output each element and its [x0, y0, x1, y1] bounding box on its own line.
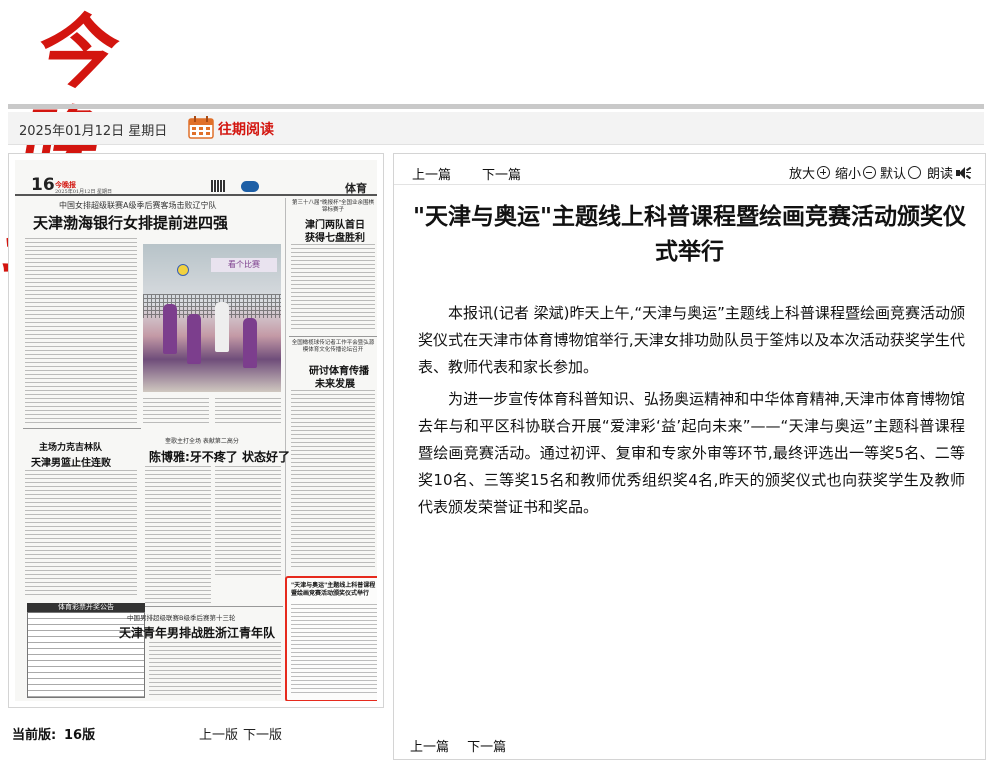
masthead: 今晚报 [0, 0, 991, 283]
newspaper-page-image[interactable]: 16 今晚报 2025年01月12日 星期日 体育 中国女排超级联赛A级季后赛客… [15, 160, 377, 701]
headline: 天津青年男排战胜浙江青年队 [119, 626, 276, 640]
kicker: 中国男排超级联赛B级季后赛第十三轮 [127, 614, 236, 622]
headline: 主场力克吉林队 [39, 443, 103, 453]
photo-banner: 看个比赛 [211, 258, 277, 272]
volleyball-icon [177, 264, 189, 276]
section-badge-icon [241, 181, 259, 192]
body-text-block [215, 398, 281, 424]
player-figure [215, 302, 229, 352]
speaker-icon [956, 166, 972, 180]
current-page-label: 当前版: [12, 728, 57, 743]
body-text-block [215, 466, 281, 576]
article-paragraph: 为进一步宣传体育科普知识、弘扬奥运精神和中华体育精神,天津市体育博物馆去年与和平… [418, 390, 965, 516]
body-text-block [25, 238, 137, 424]
kicker: 全国橄榄球传记者工作平会暨弘源模体育文化传播论坛召开 [291, 340, 375, 353]
headline: 获得七盘胜利 [305, 233, 365, 244]
read-aloud-button[interactable]: 朗读 [927, 163, 972, 182]
masthead-divider [8, 104, 984, 109]
page-thumbnail-panel: 16 今晚报 2025年01月12日 星期日 体育 中国女排超级联赛A级季后赛客… [8, 153, 384, 708]
next-article-link[interactable]: 下一篇 [482, 164, 521, 183]
headline: 陈博雅:牙不疼了 状态好了 [149, 450, 290, 464]
article-toolbar: 上一篇 下一篇 放大 缩小 默认 朗读 [394, 154, 985, 185]
highlighted-headline-line: "天津与奥运"主题线上科普课程 [291, 582, 376, 589]
kicker: 奎歌主打全场 表献第二高分 [165, 438, 239, 445]
zoom-out-button[interactable]: 缩小 [835, 163, 877, 182]
date-bar: 2025年01月12日 星期日 往期阅读 [8, 112, 984, 145]
article-panel: 上一篇 下一篇 放大 缩小 默认 朗读 "天津与奥运"主题线上科普课程暨绘画竞赛… [393, 153, 986, 760]
section-divider [289, 336, 377, 337]
article-title: "天津与奥运"主题线上科普课程暨绘画竞赛活动颁奖仪式举行 [413, 204, 966, 265]
body-text-block [291, 390, 375, 570]
zoom-in-label: 放大 [789, 167, 816, 182]
player-figure [163, 304, 177, 354]
default-size-button[interactable]: 默认 [880, 163, 922, 182]
default-size-label: 默认 [880, 167, 907, 182]
kicker: 第三十八届"晚报杯"全国业余围棋锦标赛子 [291, 200, 375, 213]
qr-code-icon [211, 180, 225, 192]
next-article-link-bottom[interactable]: 下一篇 [467, 740, 506, 755]
section-divider [23, 428, 141, 429]
body-text-block [291, 604, 377, 696]
highlighted-headline: "天津与奥运"主题线上科普课程 暨绘画竞赛活动颁奖仪式举行 [291, 582, 377, 598]
prev-article-link-bottom[interactable]: 上一篇 [410, 740, 449, 755]
player-figure [187, 314, 201, 364]
player-figure [243, 318, 257, 368]
circle-icon [908, 166, 922, 179]
kicker: 中国女排超级联赛A级季后赛客场击败辽宁队 [59, 201, 217, 210]
section-divider [145, 606, 283, 607]
page-header: 16 今晚报 2025年01月12日 星期日 体育 [15, 160, 377, 196]
body-text-block [143, 398, 209, 424]
past-issues-link[interactable]: 往期阅读 [218, 119, 274, 139]
next-page-link[interactable]: 下一版 [243, 724, 282, 743]
headline: 天津渤海银行女排提前进四强 [33, 214, 229, 232]
mini-date: 2025年01月12日 星期日 [55, 189, 113, 195]
body-text-block [25, 470, 137, 598]
body-text-block [149, 642, 281, 698]
article-paragraph: 本报讯(记者 梁斌)昨天上午,“天津与奥运”主题线上科普课程暨绘画竞赛活动颁奖仪… [418, 304, 965, 376]
zoom-in-button[interactable]: 放大 [789, 163, 831, 182]
current-page-number: 16版 [64, 728, 96, 743]
issue-date: 2025年01月12日 星期日 [19, 124, 168, 139]
highlighted-article-region[interactable]: "天津与奥运"主题线上科普课程 暨绘画竞赛活动颁奖仪式举行 [285, 576, 377, 701]
zoom-out-label: 缩小 [835, 167, 862, 182]
news-photo: 看个比赛 [143, 244, 281, 392]
prev-article-link[interactable]: 上一篇 [412, 164, 451, 183]
body-text-block [145, 466, 211, 604]
read-aloud-label: 朗读 [927, 167, 954, 182]
article-bottom-nav: 上一篇 下一篇 [410, 736, 520, 755]
page-number: 16 [31, 175, 55, 195]
calendar-icon[interactable] [188, 115, 214, 139]
lottery-table-title: 体育彩票开奖公告 [27, 603, 145, 612]
body-text-block [291, 244, 375, 332]
headline: 未来发展 [315, 379, 355, 390]
prev-page-link[interactable]: 上一版 [199, 724, 238, 743]
page-navigation: 当前版: 16版 上一版 下一版 [8, 718, 384, 744]
plus-circle-icon [817, 166, 831, 179]
highlighted-headline-line: 暨绘画竞赛活动颁奖仪式举行 [291, 590, 370, 597]
page-section: 体育 [345, 182, 367, 195]
headline: 天津男篮止住连败 [31, 458, 111, 469]
minus-circle-icon [863, 166, 877, 179]
